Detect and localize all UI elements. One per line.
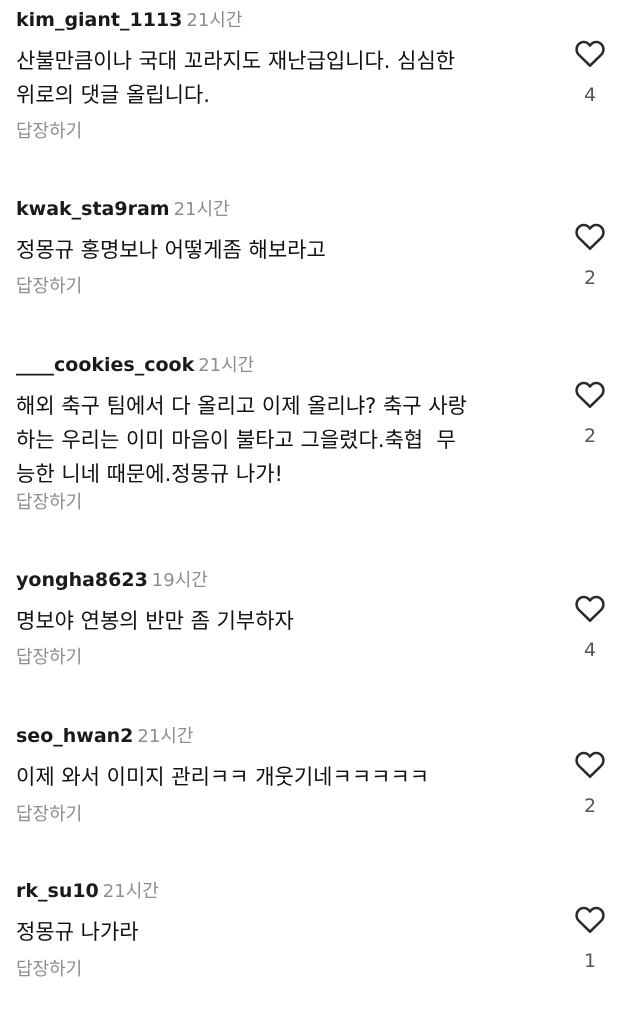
comment-text: 명보야 연봉의 반만 좀 기부하자: [16, 609, 294, 633]
comment-text: 정몽규 홍명보나 어떻게좀 해보라고: [16, 238, 326, 262]
reply-button[interactable]: 답장하기: [16, 646, 82, 670]
heart-outline-icon[interactable]: [574, 379, 606, 409]
comment-username[interactable]: ____cookies_cook: [16, 354, 194, 376]
like-control: 1: [571, 904, 609, 972]
comment-timestamp: 21시간: [173, 199, 230, 220]
comment-text: 정몽규 나가라: [16, 920, 139, 944]
like-control: 2: [571, 749, 609, 817]
comment-meta: seo_hwan2 21시간: [16, 722, 193, 751]
like-count: 1: [583, 950, 597, 972]
like-count: 2: [583, 425, 597, 447]
comment-meta: rk_su10 21시간: [16, 877, 159, 906]
comment-text: 해외 축구 팀에서 다 올리고 이제 올리냐? 축구 사랑 하는 우리는 이미 …: [16, 394, 467, 486]
comment-timestamp: 21시간: [102, 881, 159, 902]
comment-meta: kim_giant_1113 21시간: [16, 6, 242, 35]
like-count: 4: [583, 84, 597, 106]
comment-username[interactable]: seo_hwan2: [16, 725, 133, 747]
comment-timestamp: 21시간: [198, 355, 255, 376]
heart-outline-icon[interactable]: [574, 749, 606, 779]
like-control: 2: [571, 379, 609, 447]
reply-button[interactable]: 답장하기: [16, 275, 82, 299]
reply-button[interactable]: 답장하기: [16, 120, 82, 144]
like-count: 2: [583, 267, 597, 289]
comment-username[interactable]: kwak_sta9ram: [16, 198, 170, 220]
like-count: 4: [583, 639, 597, 661]
like-control: 4: [571, 38, 609, 106]
like-count: 2: [583, 795, 597, 817]
comment-text: 이제 와서 이미지 관리ㅋㅋ 개웃기네ㅋㅋㅋㅋㅋ: [16, 765, 430, 789]
like-control: 2: [571, 221, 609, 289]
comment-username[interactable]: rk_su10: [16, 880, 99, 902]
reply-button[interactable]: 답장하기: [16, 958, 82, 982]
heart-outline-icon[interactable]: [574, 593, 606, 623]
reply-button[interactable]: 답장하기: [16, 803, 82, 827]
comment-timestamp: 21시간: [137, 726, 194, 747]
heart-outline-icon[interactable]: [574, 221, 606, 251]
comment-text: 산불만큼이나 국대 꼬라지도 재난급입니다. 심심한 위로의 댓글 올립니다.: [16, 49, 456, 107]
heart-outline-icon[interactable]: [574, 904, 606, 934]
reply-button[interactable]: 답장하기: [16, 491, 82, 515]
comment-timestamp: 19시간: [151, 570, 208, 591]
comment-timestamp: 21시간: [186, 10, 243, 31]
comment-meta: ____cookies_cook 21시간: [16, 351, 254, 380]
comment-meta: yongha8623 19시간: [16, 566, 208, 595]
comment-username[interactable]: kim_giant_1113: [16, 9, 182, 31]
like-control: 4: [571, 593, 609, 661]
comment-meta: kwak_sta9ram 21시간: [16, 195, 230, 224]
heart-outline-icon[interactable]: [574, 38, 606, 68]
comment-username[interactable]: yongha8623: [16, 569, 148, 591]
